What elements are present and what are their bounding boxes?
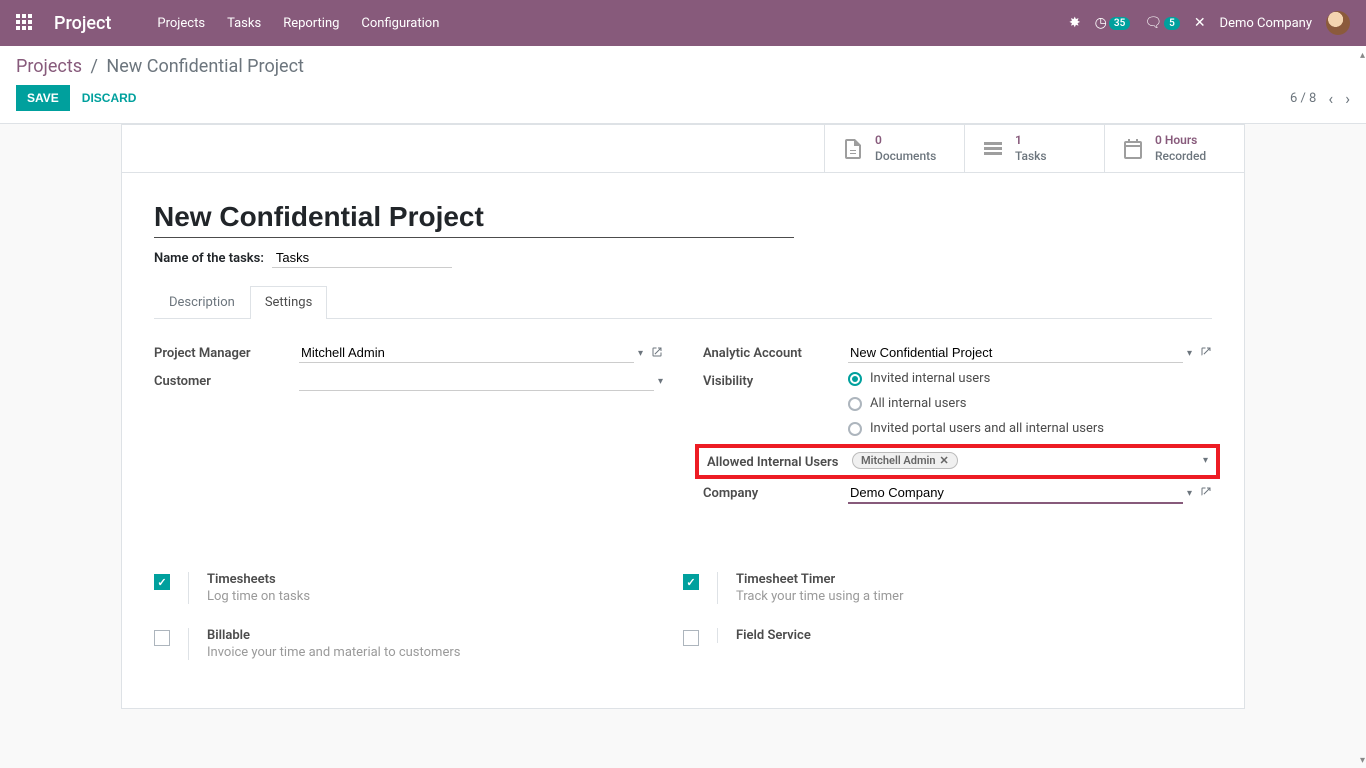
tab-description[interactable]: Description: [154, 286, 250, 318]
billable-desc: Invoice your time and material to custom…: [207, 645, 460, 660]
remove-tag-icon[interactable]: ✕: [940, 454, 949, 467]
timesheets-desc: Log time on tasks: [207, 589, 310, 604]
tabs: Description Settings: [154, 286, 1212, 319]
billable-checkbox[interactable]: [154, 630, 170, 646]
task-name-label: Name of the tasks:: [154, 251, 264, 266]
brand: Project: [54, 13, 111, 34]
pager-next[interactable]: ›: [1345, 89, 1350, 108]
customer-dropdown-icon[interactable]: ▾: [658, 376, 663, 387]
clock-badge: 35: [1109, 17, 1130, 30]
customer-label: Customer: [154, 371, 299, 389]
allowed-dropdown-icon[interactable]: ▾: [1203, 455, 1208, 466]
allowed-users-label: Allowed Internal Users: [707, 452, 852, 470]
button-box: 0Documents 1Tasks 0 HoursRecorded: [122, 125, 1244, 173]
pm-external-icon[interactable]: [651, 346, 663, 361]
apps-icon[interactable]: [16, 14, 34, 32]
tasks-icon: [981, 137, 1005, 161]
scroll-up-icon[interactable]: ▴: [1360, 50, 1365, 61]
analytic-dropdown-icon[interactable]: ▾: [1187, 348, 1192, 359]
stat-documents[interactable]: 0Documents: [824, 125, 964, 172]
billable-title: Billable: [207, 628, 460, 643]
field-service-title: Field Service: [736, 628, 811, 643]
highlighted-region: Allowed Internal Users Mitchell Admin✕ ▾: [695, 444, 1220, 479]
discard-button[interactable]: DISCARD: [82, 91, 137, 105]
timer-title: Timesheet Timer: [736, 572, 903, 587]
visibility-all-internal[interactable]: All internal users: [848, 396, 1212, 411]
bug-icon[interactable]: ✸: [1069, 15, 1081, 31]
timesheets-checkbox[interactable]: [154, 574, 170, 590]
nav-configuration[interactable]: Configuration: [361, 16, 439, 31]
pm-dropdown-icon[interactable]: ▾: [638, 348, 643, 359]
allowed-user-tag: Mitchell Admin✕: [852, 452, 958, 469]
analytic-label: Analytic Account: [703, 343, 848, 361]
tab-settings[interactable]: Settings: [250, 286, 327, 319]
project-title-input[interactable]: [154, 197, 794, 238]
timer-desc: Track your time using a timer: [736, 589, 903, 604]
pager-text: 6 / 8: [1290, 91, 1316, 106]
nav-reporting[interactable]: Reporting: [283, 16, 339, 31]
calendar-icon: [1121, 137, 1145, 161]
stat-hours[interactable]: 0 HoursRecorded: [1104, 125, 1244, 172]
allowed-users-input[interactable]: Mitchell Admin✕ ▾: [852, 452, 1208, 471]
company-switcher[interactable]: Demo Company: [1220, 16, 1312, 31]
pm-input[interactable]: [299, 343, 634, 363]
save-button[interactable]: SAVE: [16, 85, 70, 111]
timesheets-title: Timesheets: [207, 572, 310, 587]
company-label: Company: [703, 483, 848, 501]
nav-right: ✸ ◷35 🗨5 ✕ Demo Company: [1069, 11, 1350, 35]
nav-tasks[interactable]: Tasks: [227, 16, 261, 31]
avatar[interactable]: [1326, 11, 1350, 35]
document-icon: [841, 137, 865, 161]
visibility-label: Visibility: [703, 371, 848, 389]
breadcrumb: Projects / New Confidential Project: [16, 56, 1350, 77]
clock-icon[interactable]: ◷35: [1095, 15, 1131, 31]
control-panel: Projects / New Confidential Project SAVE…: [0, 46, 1366, 124]
form-sheet: 0Documents 1Tasks 0 HoursRecorded Name o…: [121, 124, 1245, 709]
field-service-checkbox[interactable]: [683, 630, 699, 646]
stat-tasks[interactable]: 1Tasks: [964, 125, 1104, 172]
pm-label: Project Manager: [154, 343, 299, 361]
breadcrumb-current: New Confidential Project: [106, 56, 304, 77]
customer-input[interactable]: [299, 371, 654, 391]
visibility-invited-internal[interactable]: Invited internal users: [848, 371, 1212, 386]
timer-checkbox[interactable]: [683, 574, 699, 590]
breadcrumb-parent[interactable]: Projects: [16, 56, 82, 77]
company-dropdown-icon[interactable]: ▾: [1187, 488, 1192, 499]
chat-icon[interactable]: 🗨5: [1144, 15, 1180, 31]
pager: 6 / 8 ‹ ›: [1290, 89, 1350, 108]
pager-prev[interactable]: ‹: [1328, 89, 1333, 108]
scroll-down-icon[interactable]: ▾: [1360, 755, 1365, 766]
company-input[interactable]: [848, 483, 1183, 504]
nav-links: Projects Tasks Reporting Configuration: [157, 16, 439, 31]
analytic-external-icon[interactable]: [1200, 346, 1212, 361]
company-external-icon[interactable]: [1200, 486, 1212, 501]
nav-projects[interactable]: Projects: [157, 16, 205, 31]
visibility-portal-internal[interactable]: Invited portal users and all internal us…: [848, 421, 1212, 436]
tools-icon[interactable]: ✕: [1194, 15, 1206, 31]
navbar: Project Projects Tasks Reporting Configu…: [0, 0, 1366, 46]
analytic-input[interactable]: [848, 343, 1183, 363]
chat-badge: 5: [1164, 17, 1180, 30]
task-name-input[interactable]: [272, 248, 452, 268]
